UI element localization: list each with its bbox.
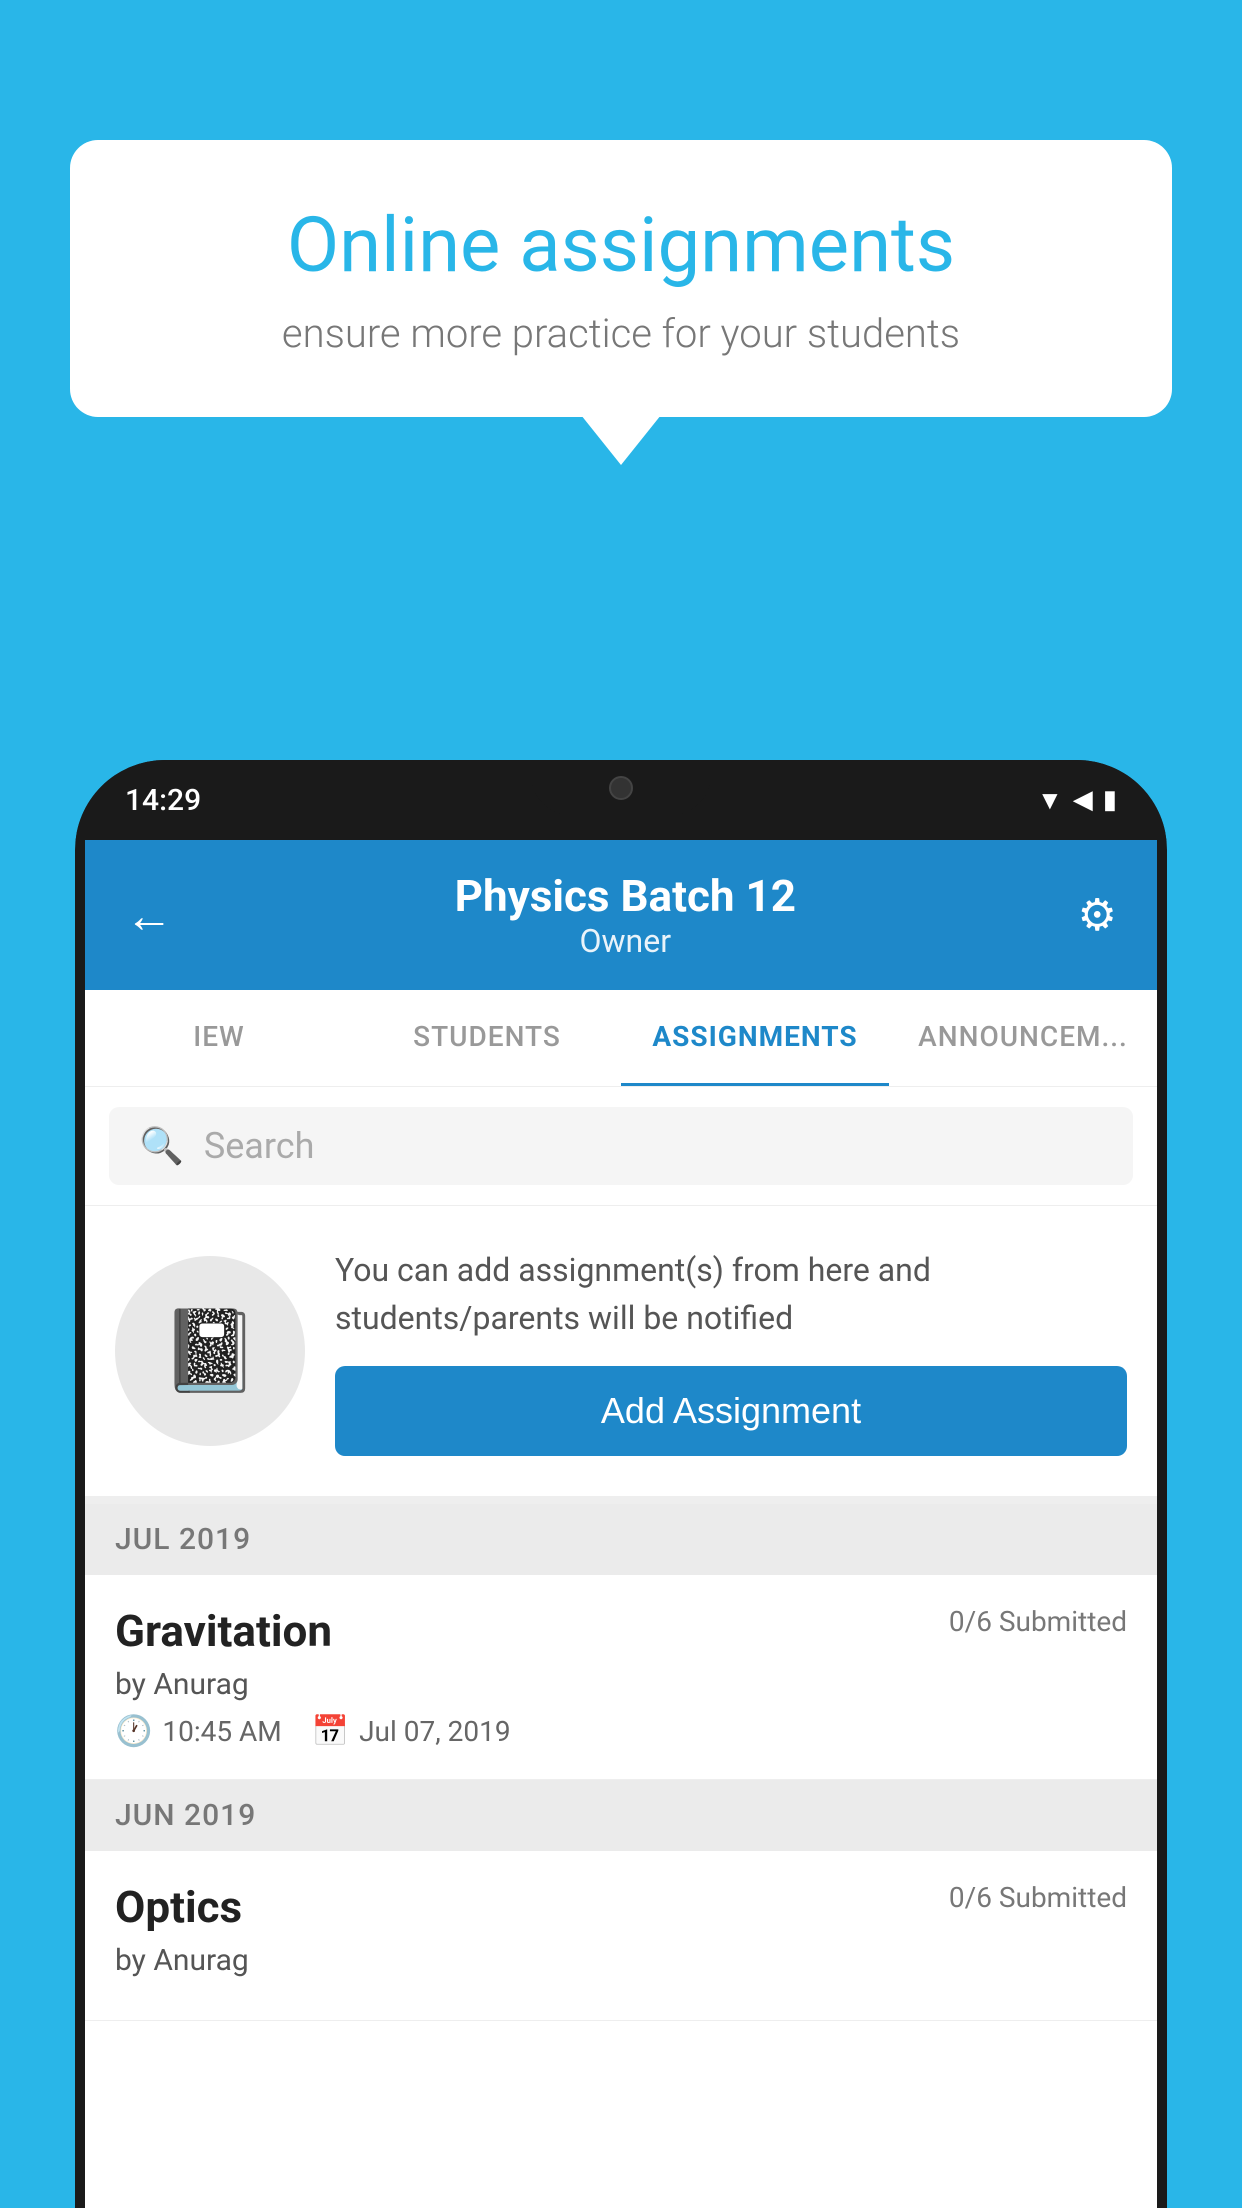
phone-notch xyxy=(531,760,711,815)
assignment-date-gravitation: 📅 Jul 07, 2019 xyxy=(312,1714,511,1749)
signal-icon: ◀ xyxy=(1073,785,1093,815)
assignment-by-optics: by Anurag xyxy=(115,1943,1127,1978)
search-placeholder: Search xyxy=(204,1125,315,1167)
phone-mockup: 14:29 ▼ ◀ ▮ ← Physics Batch 12 Owner ⚙ I… xyxy=(75,760,1167,2208)
assignment-title-gravitation: Gravitation xyxy=(115,1605,332,1657)
phone-screen: ← Physics Batch 12 Owner ⚙ IEW STUDENTS … xyxy=(85,840,1157,2208)
assignment-title-optics: Optics xyxy=(115,1881,242,1933)
tab-iew[interactable]: IEW xyxy=(85,990,353,1086)
status-icons: ▼ ◀ ▮ xyxy=(1037,785,1117,816)
back-button[interactable]: ← xyxy=(125,887,173,944)
tab-announcements[interactable]: ANNOUNCEM... xyxy=(889,990,1157,1086)
tab-students[interactable]: STUDENTS xyxy=(353,990,621,1086)
batch-title: Physics Batch 12 xyxy=(455,870,796,922)
search-icon: 🔍 xyxy=(139,1125,184,1167)
assignment-time-gravitation: 🕐 10:45 AM xyxy=(115,1714,282,1749)
month-header-jul: JUL 2019 xyxy=(85,1504,1157,1575)
promo-content: You can add assignment(s) from here and … xyxy=(335,1246,1127,1456)
search-bar[interactable]: 🔍 Search xyxy=(109,1107,1133,1185)
speech-bubble: Online assignments ensure more practice … xyxy=(70,140,1172,417)
assignment-submitted-gravitation: 0/6 Submitted xyxy=(949,1605,1127,1638)
assignment-meta-gravitation: 🕐 10:45 AM 📅 Jul 07, 2019 xyxy=(115,1714,1127,1749)
tabs-container: IEW STUDENTS ASSIGNMENTS ANNOUNCEM... xyxy=(85,990,1157,1087)
promo-text: You can add assignment(s) from here and … xyxy=(335,1246,1127,1342)
tab-assignments[interactable]: ASSIGNMENTS xyxy=(621,990,889,1086)
header-center: Physics Batch 12 Owner xyxy=(455,870,796,960)
calendar-icon: 📅 xyxy=(312,1714,349,1749)
wifi-icon: ▼ xyxy=(1037,785,1063,816)
assignment-item-optics[interactable]: Optics 0/6 Submitted by Anurag xyxy=(85,1851,1157,2021)
speech-bubble-container: Online assignments ensure more practice … xyxy=(70,140,1172,417)
camera xyxy=(609,776,633,800)
promo-icon-circle: 📓 xyxy=(115,1256,305,1446)
assignment-by-gravitation: by Anurag xyxy=(115,1667,1127,1702)
battery-icon: ▮ xyxy=(1103,785,1117,815)
status-bar: 14:29 ▼ ◀ ▮ xyxy=(75,760,1167,840)
month-header-jun: JUN 2019 xyxy=(85,1780,1157,1851)
notebook-icon: 📓 xyxy=(160,1304,260,1398)
speech-bubble-subtitle: ensure more practice for your students xyxy=(140,310,1102,357)
batch-subtitle: Owner xyxy=(455,922,796,960)
assignment-header-row: Gravitation 0/6 Submitted xyxy=(115,1605,1127,1657)
settings-button[interactable]: ⚙ xyxy=(1078,889,1117,941)
add-assignment-button[interactable]: Add Assignment xyxy=(335,1366,1127,1456)
status-time: 14:29 xyxy=(125,783,201,818)
assignment-header-row-optics: Optics 0/6 Submitted xyxy=(115,1881,1127,1933)
assignment-submitted-optics: 0/6 Submitted xyxy=(949,1881,1127,1914)
promo-section: 📓 You can add assignment(s) from here an… xyxy=(85,1206,1157,1504)
app-header: ← Physics Batch 12 Owner ⚙ xyxy=(85,840,1157,990)
speech-bubble-title: Online assignments xyxy=(140,200,1102,290)
assignment-item-gravitation[interactable]: Gravitation 0/6 Submitted by Anurag 🕐 10… xyxy=(85,1575,1157,1780)
clock-icon: 🕐 xyxy=(115,1714,152,1749)
search-container: 🔍 Search xyxy=(85,1087,1157,1206)
